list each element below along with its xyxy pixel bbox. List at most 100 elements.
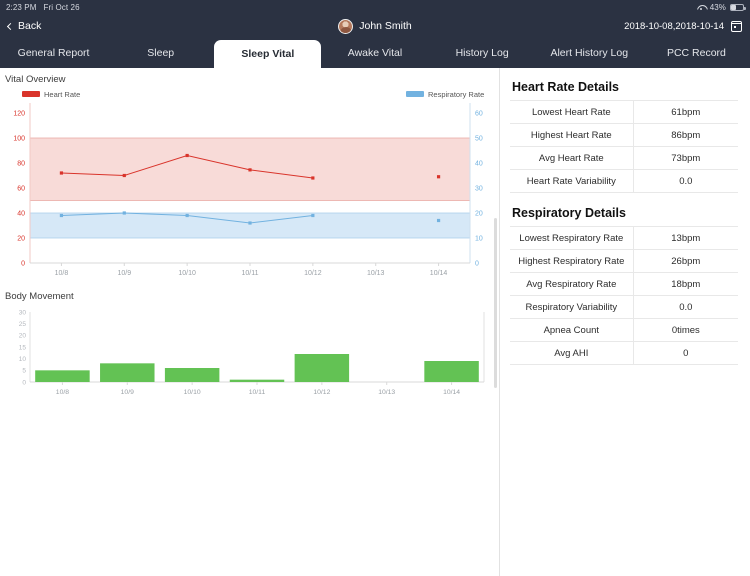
y-tick-left: 40 bbox=[17, 211, 25, 218]
x-tick-label: 10/11 bbox=[249, 389, 266, 396]
tab-pcc-record[interactable]: PCC Record bbox=[643, 38, 750, 68]
table-row: Avg Respiratory Rate 18bpm bbox=[510, 272, 738, 296]
respiratory-value: 0.0 bbox=[679, 301, 693, 313]
y-tick-right: 40 bbox=[475, 161, 483, 168]
respiratory-value: 26bpm bbox=[671, 255, 701, 267]
tab-label: History Log bbox=[455, 47, 509, 59]
tab-history-log[interactable]: History Log bbox=[429, 38, 536, 68]
bar-10/11 bbox=[229, 379, 285, 382]
table-row: Respiratory Variability 0.0 bbox=[510, 295, 738, 319]
data-point-heart-rate bbox=[436, 175, 441, 179]
x-tick-label: 10/8 bbox=[56, 389, 69, 396]
respiratory-key: Lowest Respiratory Rate bbox=[510, 226, 634, 250]
x-tick-label: 10/14 bbox=[430, 270, 448, 277]
charts-pane: Vital Overview Heart Rate Respiratory Rat… bbox=[0, 68, 500, 576]
tab-alert-history-log[interactable]: Alert History Log bbox=[536, 38, 643, 68]
heart-rate-key: Highest Heart Rate bbox=[510, 123, 634, 147]
y-tick-label: 5 bbox=[22, 368, 26, 375]
avatar bbox=[338, 18, 354, 34]
calendar-icon[interactable] bbox=[730, 20, 743, 32]
data-point-respiratory-rate bbox=[122, 211, 126, 215]
tab-bar: General Report Sleep Sleep Vital Awake Vita… bbox=[0, 38, 750, 68]
y-tick-label: 20 bbox=[19, 333, 27, 340]
data-point-respiratory-rate bbox=[436, 218, 441, 223]
y-tick-label: 25 bbox=[19, 321, 27, 328]
x-tick-label: 10/9 bbox=[117, 270, 131, 277]
x-tick-label: 10/8 bbox=[55, 270, 69, 277]
wifi-icon bbox=[697, 4, 706, 11]
heart-rate-key: Lowest Heart Rate bbox=[510, 100, 634, 124]
x-tick-label: 10/10 bbox=[184, 389, 201, 396]
tab-awake-vital[interactable]: Awake Vital bbox=[321, 38, 428, 68]
date-range-picker[interactable]: 2018-10-08,2018-10-14 bbox=[624, 20, 743, 32]
x-tick-label: 10/13 bbox=[378, 389, 395, 396]
x-tick-label: 10/14 bbox=[443, 389, 460, 396]
legend-label-heart-rate: Heart Rate bbox=[44, 90, 80, 99]
y-tick-label: 0 bbox=[22, 379, 26, 386]
chevron-left-icon bbox=[6, 22, 15, 30]
status-time: 2:23 PM bbox=[6, 2, 37, 12]
data-point-respiratory-rate bbox=[248, 221, 252, 225]
bar-10/12 bbox=[294, 354, 350, 382]
tab-label: Sleep Vital bbox=[241, 48, 295, 60]
data-point-respiratory-rate bbox=[59, 213, 64, 218]
respiratory-details-title: Respiratory Details bbox=[512, 206, 626, 220]
data-point-respiratory-rate bbox=[311, 213, 315, 218]
status-bar-right: 43% bbox=[697, 3, 746, 12]
bar-10/9 bbox=[100, 363, 155, 382]
tab-general-report[interactable]: General Report bbox=[0, 38, 107, 68]
y-tick-left: 20 bbox=[17, 236, 25, 243]
heart-rate-value: 61bpm bbox=[671, 106, 701, 118]
vertical-scrollbar[interactable] bbox=[494, 218, 497, 388]
y-tick-left: 0 bbox=[21, 261, 25, 268]
data-point-respiratory-rate bbox=[185, 213, 189, 218]
y-tick-label: 30 bbox=[19, 309, 27, 316]
chart-band-1 bbox=[30, 213, 470, 238]
legend-label-respiratory-rate: Respiratory Rate bbox=[428, 90, 484, 99]
y-tick-left: 80 bbox=[17, 161, 25, 168]
tab-label: Awake Vital bbox=[347, 47, 403, 59]
y-tick-right: 30 bbox=[475, 186, 483, 193]
tab-label: Alert History Log bbox=[550, 47, 629, 59]
table-row: Highest Respiratory Rate 26bpm bbox=[510, 249, 738, 273]
tab-sleep[interactable]: Sleep bbox=[107, 38, 214, 68]
respiratory-value: 0times bbox=[671, 324, 700, 336]
heart-rate-details-table: Lowest Heart Rate 61bpm Highest Heart Rate… bbox=[510, 100, 738, 193]
navigation-bar: Back John Smith 2018-10-08,2018-10-14 bbox=[0, 14, 750, 38]
table-row: Heart Rate Variability 0.0 bbox=[510, 169, 738, 193]
back-button[interactable]: Back bbox=[6, 20, 42, 32]
table-row: Avg Heart Rate 73bpm bbox=[510, 146, 738, 170]
heart-rate-key: Avg Heart Rate bbox=[510, 146, 634, 170]
x-tick-label: 10/11 bbox=[242, 270, 259, 277]
y-tick-label: 15 bbox=[19, 344, 27, 351]
body-movement-title: Body Movement bbox=[5, 291, 74, 302]
tab-label: Sleep bbox=[147, 47, 175, 59]
bar-10/10 bbox=[164, 368, 220, 382]
respiratory-key: Avg Respiratory Rate bbox=[510, 272, 634, 296]
respiratory-value: 18bpm bbox=[671, 278, 701, 290]
bar-10/14 bbox=[424, 361, 479, 382]
data-point-heart-rate bbox=[122, 173, 126, 178]
content-area: Vital Overview Heart Rate Respiratory Rat… bbox=[0, 68, 750, 576]
heart-rate-value: 86bpm bbox=[671, 129, 701, 141]
table-row: Apnea Count 0times bbox=[510, 318, 738, 342]
tab-label: PCC Record bbox=[666, 47, 726, 59]
vital-overview-chart: Heart Rate Respiratory Rate 0 20 40 60 80 100 12… bbox=[0, 85, 499, 285]
y-tick-right: 50 bbox=[475, 136, 483, 143]
data-point-heart-rate bbox=[311, 176, 315, 180]
vital-overview-title: Vital Overview bbox=[5, 74, 66, 85]
heart-rate-key: Heart Rate Variability bbox=[510, 169, 634, 193]
back-label: Back bbox=[18, 20, 42, 32]
y-tick-right: 10 bbox=[475, 236, 483, 243]
tab-sleep-vital[interactable]: Sleep Vital bbox=[214, 40, 322, 68]
table-row: Lowest Heart Rate 61bpm bbox=[510, 100, 738, 124]
x-tick-label: 10/10 bbox=[178, 270, 196, 277]
status-bar-left: 2:23 PM Fri Oct 26 bbox=[6, 3, 80, 12]
body-movement-chart: 0 5 10 15 20 25 30 10/8 10/9 10/10 10/11 10/12 10/13… bbox=[0, 302, 499, 402]
respiratory-key: Apnea Count bbox=[510, 318, 634, 342]
y-tick-left: 100 bbox=[13, 136, 25, 143]
date-range-label: 2018-10-08,2018-10-14 bbox=[624, 20, 724, 32]
patient-header: John Smith bbox=[275, 18, 475, 34]
details-pane: Heart Rate Details Lowest Heart Rate 61bp… bbox=[500, 68, 750, 576]
table-row: Avg AHI 0 bbox=[510, 341, 738, 365]
